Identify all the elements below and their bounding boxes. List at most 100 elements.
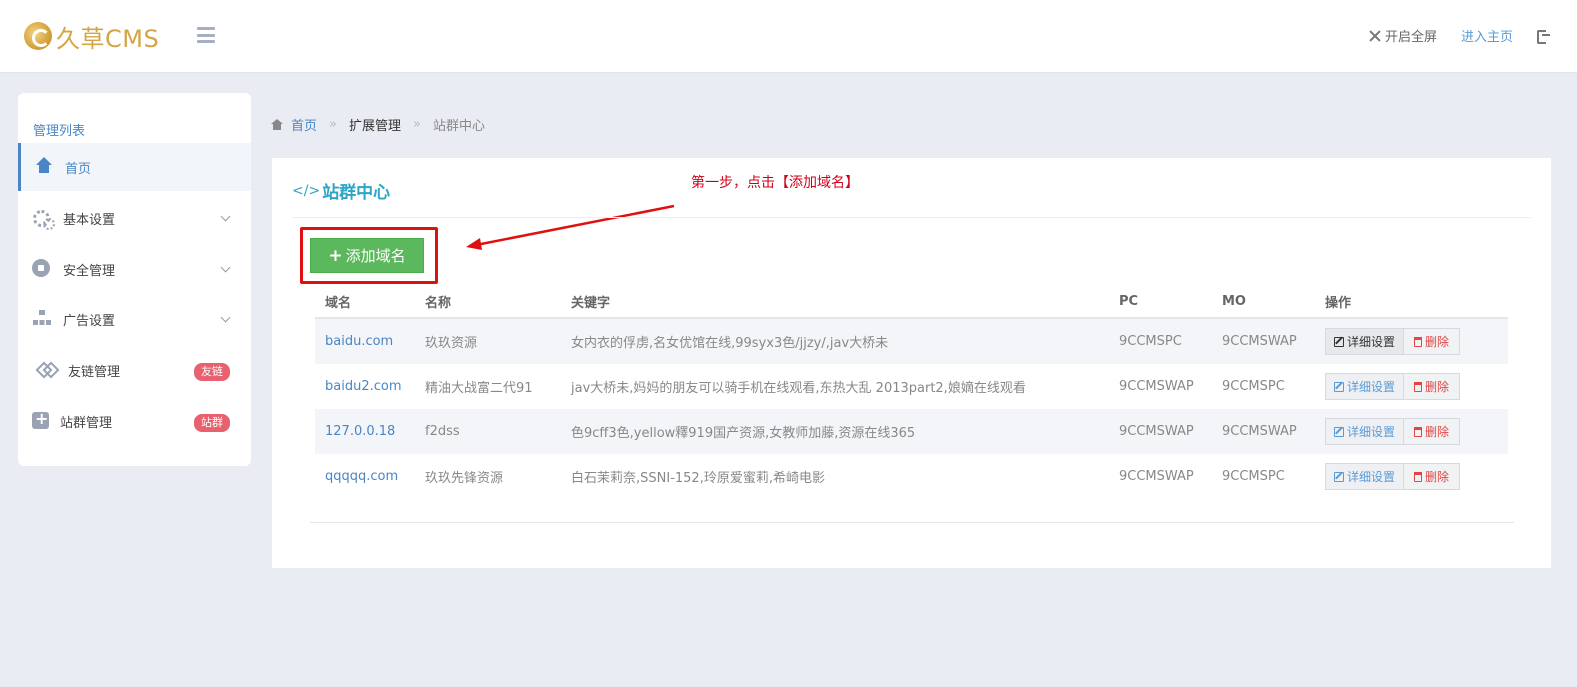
delete-button[interactable]: 删除	[1404, 373, 1461, 400]
edit-icon	[1334, 471, 1344, 482]
edit-icon	[1334, 426, 1344, 437]
chevron-down-icon	[220, 211, 231, 222]
code-icon: </>	[292, 182, 321, 199]
cell-actions: 详细设置 删除	[1315, 373, 1508, 400]
sidebar-item-label: 站群管理	[60, 415, 113, 431]
sidebar-item-ads[interactable]: 广告设置	[18, 295, 251, 343]
cell-mo: 9CCMSPC	[1222, 379, 1285, 394]
cell-pc: 9CCMSWAP	[1119, 379, 1194, 394]
table-row: baidu.com 玖玖资源 女内衣的俘虏,名女优馆在线,99syx3色/jjz…	[315, 319, 1508, 364]
menu-toggle-icon[interactable]	[197, 27, 215, 43]
sidebar-item-label: 安全管理	[63, 263, 116, 279]
trash-icon	[1414, 426, 1423, 437]
sidebar-item-home[interactable]: 首页	[18, 143, 251, 191]
delete-button[interactable]: 删除	[1404, 328, 1461, 355]
site-group-badge: 站群	[194, 414, 230, 432]
sidebar-item-label: 首页	[65, 161, 92, 177]
table-row: baidu2.com 精油大战富二代91 jav大桥未,妈妈的朋友可以骑手机在线…	[315, 364, 1508, 409]
home-icon	[271, 119, 283, 130]
cell-actions: 详细设置 删除	[1315, 463, 1508, 490]
table-header: 域名 名称 关键字 PC MO 操作	[315, 286, 1508, 319]
table-bottom-divider	[310, 522, 1514, 523]
edit-label: 详细设置	[1347, 380, 1396, 394]
edit-settings-button[interactable]: 详细设置	[1325, 418, 1405, 445]
sidebar-title: 管理列表	[33, 124, 86, 139]
cell-keywords: jav大桥未,妈妈的朋友可以骑手机在线观看,东热大乱 2013part2,娘嫡在…	[571, 381, 1026, 396]
annotation-arrow	[466, 204, 675, 250]
cell-pc: 9CCMSPC	[1119, 334, 1182, 349]
cell-mo: 9CCMSPC	[1222, 469, 1285, 484]
logo-icon	[24, 22, 52, 50]
breadcrumb-separator: »	[413, 117, 421, 132]
logout-button[interactable]	[1537, 29, 1551, 44]
logo[interactable]: 久草CMS	[24, 18, 159, 54]
delete-label: 删除	[1425, 335, 1450, 349]
edit-settings-button[interactable]: 详细设置	[1325, 328, 1405, 355]
sitemap-icon	[32, 309, 52, 329]
edit-icon	[1334, 336, 1344, 347]
sidebar-item-links[interactable]: 友链管理 友链	[18, 346, 251, 394]
page-title: </> 站群中心	[292, 178, 390, 204]
delete-button[interactable]: 删除	[1404, 463, 1461, 490]
edit-label: 详细设置	[1347, 470, 1396, 484]
sidebar-item-label: 基本设置	[63, 212, 116, 228]
header-actions: 开启全屏 进入主页	[1369, 26, 1551, 45]
links-badge: 友链	[194, 363, 230, 381]
col-header-name: 名称	[425, 296, 452, 311]
sidebar-item-security[interactable]: 安全管理	[18, 245, 251, 293]
col-header-mo: MO	[1222, 294, 1246, 309]
plus-square-icon	[32, 409, 52, 431]
breadcrumb-separator: »	[329, 117, 337, 132]
lock-icon	[32, 259, 52, 279]
home-icon	[34, 157, 54, 177]
trash-icon	[1414, 381, 1423, 392]
cell-name: 玖玖先锋资源	[425, 471, 504, 486]
sidebar: 管理列表 首页 基本设置 安全管理 广告设置 友链管理 友链 站群管理 站群	[18, 93, 251, 466]
cell-mo: 9CCMSWAP	[1222, 334, 1297, 349]
chevron-down-icon	[220, 262, 231, 273]
cell-pc: 9CCMSWAP	[1119, 424, 1194, 439]
annotation-text: 第一步，点击【添加域名】	[691, 175, 859, 191]
delete-label: 删除	[1425, 470, 1450, 484]
edit-label: 详细设置	[1347, 335, 1396, 349]
cell-keywords: 色9cff3色,yellow釋919国产资源,女教师加藤,资源在线365	[571, 426, 916, 441]
sidebar-item-basic-settings[interactable]: 基本设置	[18, 194, 251, 242]
col-header-domain: 域名	[325, 296, 352, 311]
main-panel: </> 站群中心 第一步，点击【添加域名】 + 添加域名 域名 名称 关键字 P…	[272, 158, 1551, 568]
cell-domain[interactable]: qqqqq.com	[315, 469, 415, 484]
cell-name: f2dss	[425, 424, 460, 439]
cell-keywords: 女内衣的俘虏,名女优馆在线,99syx3色/jjzy/,jav大桥未	[571, 336, 889, 351]
cell-domain[interactable]: baidu2.com	[315, 379, 415, 394]
cell-keywords: 白石茉莉奈,SSNI-152,玲原爱蜜莉,希崎电影	[571, 471, 825, 486]
breadcrumb-home-link[interactable]: 首页	[291, 115, 317, 134]
link-icon	[36, 360, 56, 380]
sidebar-item-label: 友链管理	[68, 364, 121, 380]
cell-domain[interactable]: 127.0.0.18	[315, 424, 415, 439]
add-domain-button[interactable]: + 添加域名	[310, 238, 424, 273]
breadcrumb: 首页 » 扩展管理 » 站群中心	[271, 115, 485, 134]
cell-domain[interactable]: baidu.com	[315, 334, 415, 349]
col-header-pc: PC	[1119, 294, 1139, 309]
expand-icon	[1369, 30, 1381, 42]
delete-button[interactable]: 删除	[1404, 418, 1461, 445]
sidebar-item-site-group[interactable]: 站群管理 站群	[18, 397, 251, 445]
domain-table: 域名 名称 关键字 PC MO 操作 baidu.com 玖玖资源 女内衣的俘虏…	[315, 286, 1508, 499]
breadcrumb-extension-management[interactable]: 扩展管理	[349, 115, 401, 134]
trash-icon	[1414, 336, 1423, 347]
fullscreen-button[interactable]: 开启全屏	[1369, 26, 1437, 45]
cell-name: 精油大战富二代91	[425, 381, 533, 396]
sign-out-icon	[1537, 29, 1551, 44]
sidebar-item-label: 广告设置	[63, 313, 116, 329]
add-domain-label: 添加域名	[345, 247, 406, 265]
table-row: 127.0.0.18 f2dss 色9cff3色,yellow釋919国产资源,…	[315, 409, 1508, 454]
col-header-keywords: 关键字	[571, 296, 611, 311]
cell-actions: 详细设置 删除	[1315, 328, 1508, 355]
gears-icon	[32, 208, 55, 230]
edit-settings-button[interactable]: 详细设置	[1325, 373, 1405, 400]
edit-settings-button[interactable]: 详细设置	[1325, 463, 1405, 490]
home-page-link[interactable]: 进入主页	[1461, 26, 1513, 45]
title-divider	[292, 217, 1531, 218]
delete-label: 删除	[1425, 380, 1450, 394]
chevron-down-icon	[220, 312, 231, 323]
trash-icon	[1414, 471, 1423, 482]
